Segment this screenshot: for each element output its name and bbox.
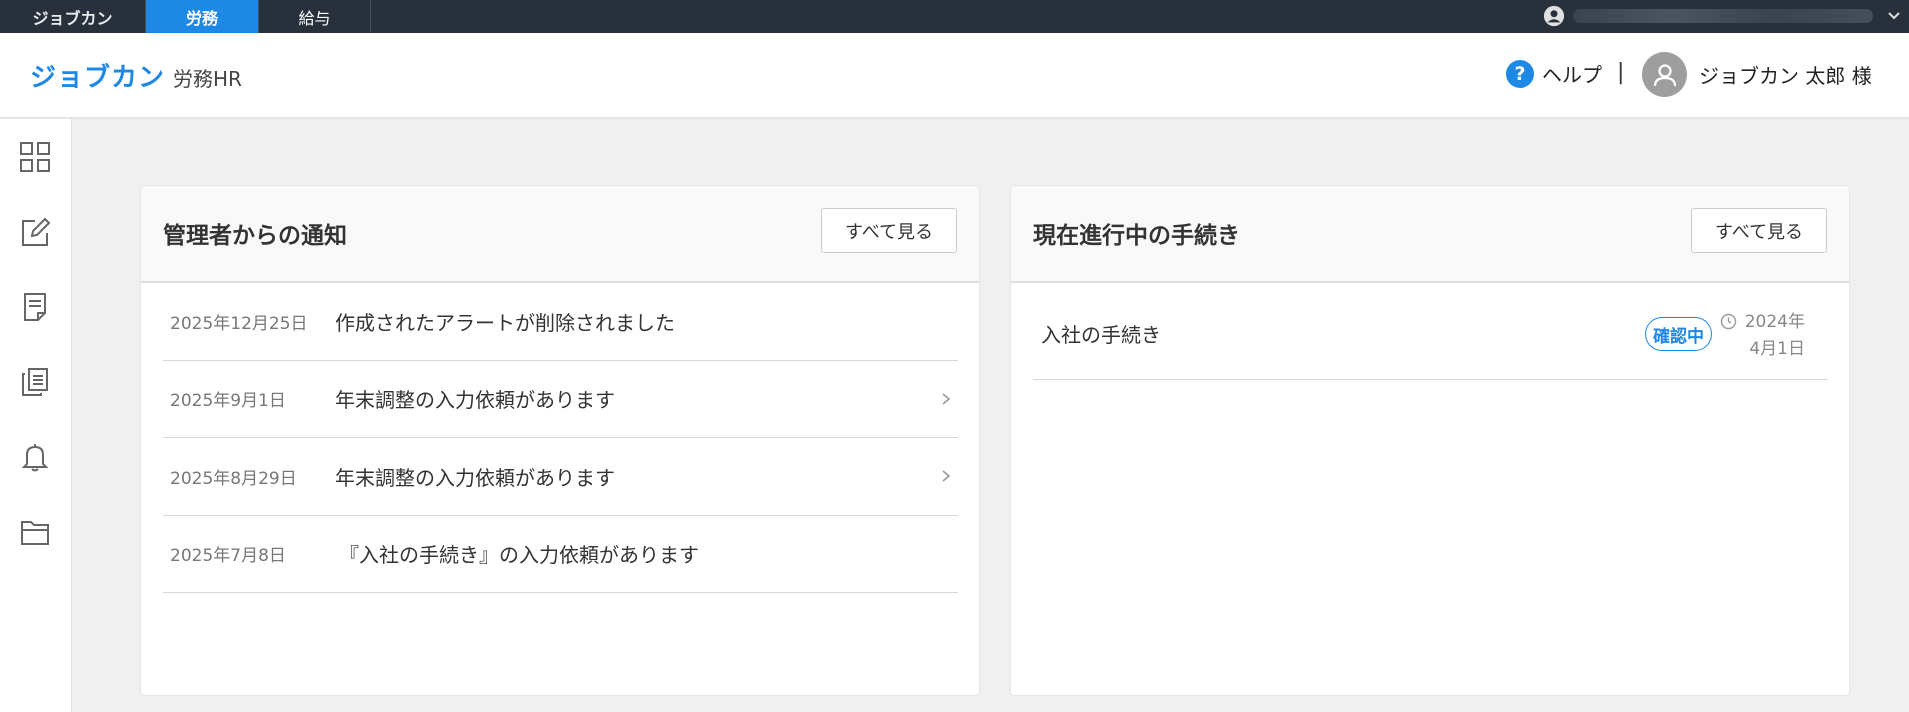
dashboard-icon[interactable] [19,141,51,173]
list-item[interactable]: 2025年12月25日 作成されたアラートが削除されました [163,283,958,361]
notice-text: 年末調整の入力依頼があります [335,465,615,490]
sidebar [0,119,72,712]
app-brand-tab[interactable]: ジョブカン [0,0,146,33]
view-all-notices-button[interactable]: すべて見る [821,208,957,253]
notice-date: 2025年9月1日 [170,391,286,412]
admin-notice-panel: 管理者からの通知 すべて見る 2025年12月25日 作成されたアラートが削除さ… [140,185,980,696]
logo-main-text: ジョブカン [30,63,166,93]
admin-notice-header: 管理者からの通知 すべて見る [141,186,979,283]
bell-icon[interactable] [19,441,51,473]
tab-kyuyo[interactable]: 給与 [259,0,371,33]
account-name-redacted [1573,9,1873,23]
procedure-date-day: 4月1日 [1749,339,1805,359]
folder-icon[interactable] [19,516,51,548]
chevron-down-icon[interactable] [1885,7,1903,25]
documents-icon[interactable] [19,366,51,398]
notice-date: 2025年12月25日 [170,313,308,334]
list-item[interactable]: 入社の手続き 確認中 2024年 4月1日 [1033,283,1828,380]
logo-sub-text: 労務HR [173,67,242,91]
view-all-procedures-button[interactable]: すべて見る [1691,208,1827,253]
top-app-bar: ジョブカン 労務 給与 [0,0,1909,33]
avatar [1642,52,1687,97]
user-name: ジョブカン 太郎 様 [1699,64,1872,88]
tab-roumu[interactable]: 労務 [146,0,259,33]
notice-text: 年末調整の入力依頼があります [335,388,615,413]
user-menu[interactable]: ジョブカン 太郎 様 [1642,52,1872,97]
procedure-date: 2024年 4月1日 [1729,309,1805,363]
list-item[interactable]: 2025年7月8日 『入社の手続き』の入力依頼があります [163,516,958,593]
notice-text: 『入社の手続き』の入力依頼があります [339,543,699,568]
account-icon [1543,5,1565,27]
page-header: ジョブカン 労務HR ? ヘルプ | ジョブカン 太郎 様 [0,33,1909,118]
ongoing-procedures-header: 現在進行中の手続き すべて見る [1011,186,1849,283]
notice-date: 2025年8月29日 [170,468,297,489]
account-switcher[interactable] [1543,5,1900,27]
list-item[interactable]: 2025年9月1日 年末調整の入力依頼があります [163,361,958,438]
procedure-date-year: 2024年 [1744,312,1805,332]
list-item[interactable]: 2025年8月29日 年末調整の入力依頼があります [163,438,958,516]
chevron-right-icon [942,470,951,482]
edit-icon[interactable] [19,216,51,248]
help-link[interactable]: ? ヘルプ [1506,59,1602,88]
ongoing-procedures-title: 現在進行中の手続き [1033,223,1240,249]
admin-notice-title: 管理者からの通知 [163,223,347,249]
user-icon [1653,63,1676,86]
document-icon[interactable] [19,291,51,323]
notice-list: 2025年12月25日 作成されたアラートが削除されました 2025年9月1日 … [163,283,958,593]
notice-date: 2025年7月8日 [170,546,286,567]
procedure-name: 入社の手続き [1041,323,1161,347]
help-icon: ? [1506,59,1534,88]
help-label: ヘルプ [1542,63,1602,87]
notice-text: 作成されたアラートが削除されました [335,310,675,335]
app-logo[interactable]: ジョブカン 労務HR [30,57,242,94]
status-badge: 確認中 [1645,317,1712,351]
header-separator: | [1617,60,1625,85]
ongoing-procedures-panel: 現在進行中の手続き すべて見る 入社の手続き 確認中 2024年 4月1日 [1010,185,1850,696]
chevron-right-icon [942,393,951,405]
